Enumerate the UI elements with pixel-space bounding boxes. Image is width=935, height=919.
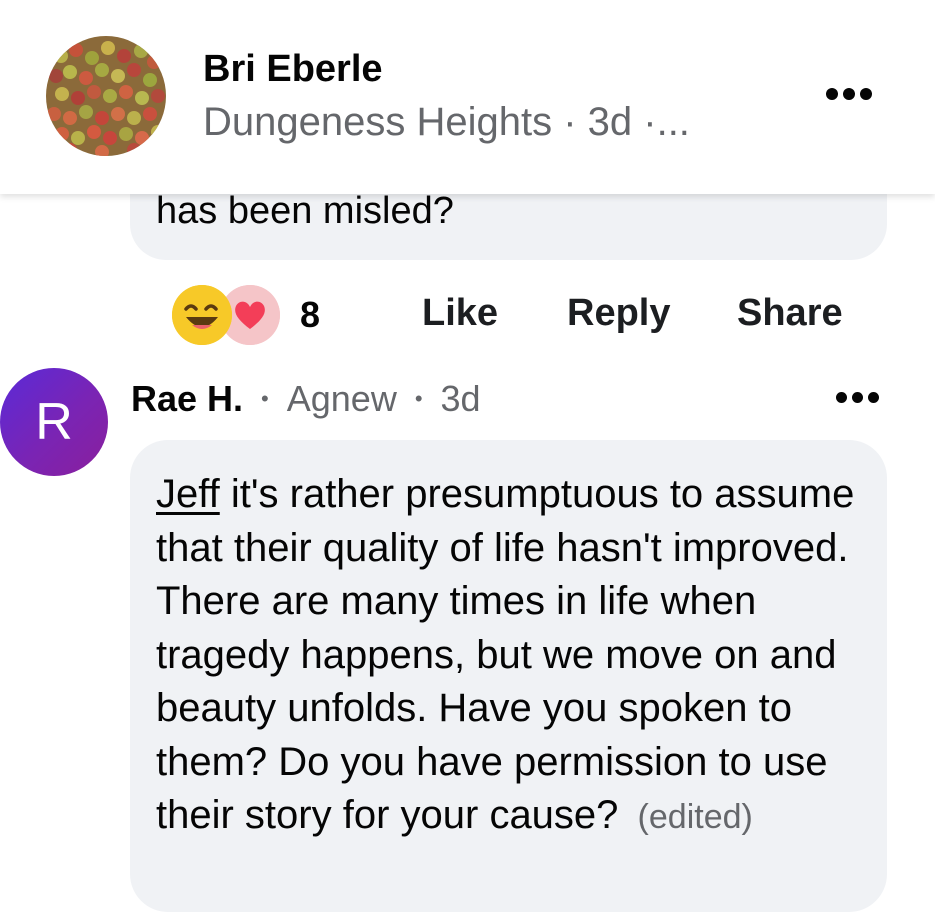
post-header: Bri Eberle Dungeness Heights · 3d ·... [0, 0, 935, 194]
commenter-avatar[interactable]: R [0, 368, 108, 476]
previous-comment-text: has been misled? [156, 190, 454, 232]
reaction-count[interactable]: 8 [300, 294, 320, 336]
more-dots-icon[interactable] [826, 88, 872, 100]
edited-label[interactable]: (edited) [638, 798, 753, 836]
comment-author-name[interactable]: Rae H. [131, 378, 243, 420]
haha-reaction-icon [172, 285, 232, 345]
post-author-name[interactable]: Bri Eberle [203, 48, 383, 91]
comment-header: Rae H. • Agnew • 3d [131, 378, 481, 420]
separator-dot: • [261, 386, 269, 411]
share-button[interactable]: Share [737, 292, 843, 335]
avatar-letter: R [35, 393, 73, 451]
comment-location: Agnew [286, 378, 397, 419]
like-button[interactable]: Like [422, 292, 498, 335]
mention-link[interactable]: Jeff [156, 472, 220, 516]
author-avatar[interactable] [46, 36, 166, 156]
post-meta: Dungeness Heights · 3d ·... [203, 100, 690, 144]
separator-dot: • [414, 386, 423, 411]
reactions-summary[interactable] [172, 285, 284, 347]
comment-body: Jeff it's rather presumptuous to assume … [156, 468, 876, 845]
comment-text: it's rather presumptuous to assume that … [156, 472, 855, 837]
reply-button[interactable]: Reply [567, 292, 670, 335]
more-dots-icon[interactable] [836, 392, 879, 403]
comment-timestamp[interactable]: 3d [441, 378, 481, 420]
